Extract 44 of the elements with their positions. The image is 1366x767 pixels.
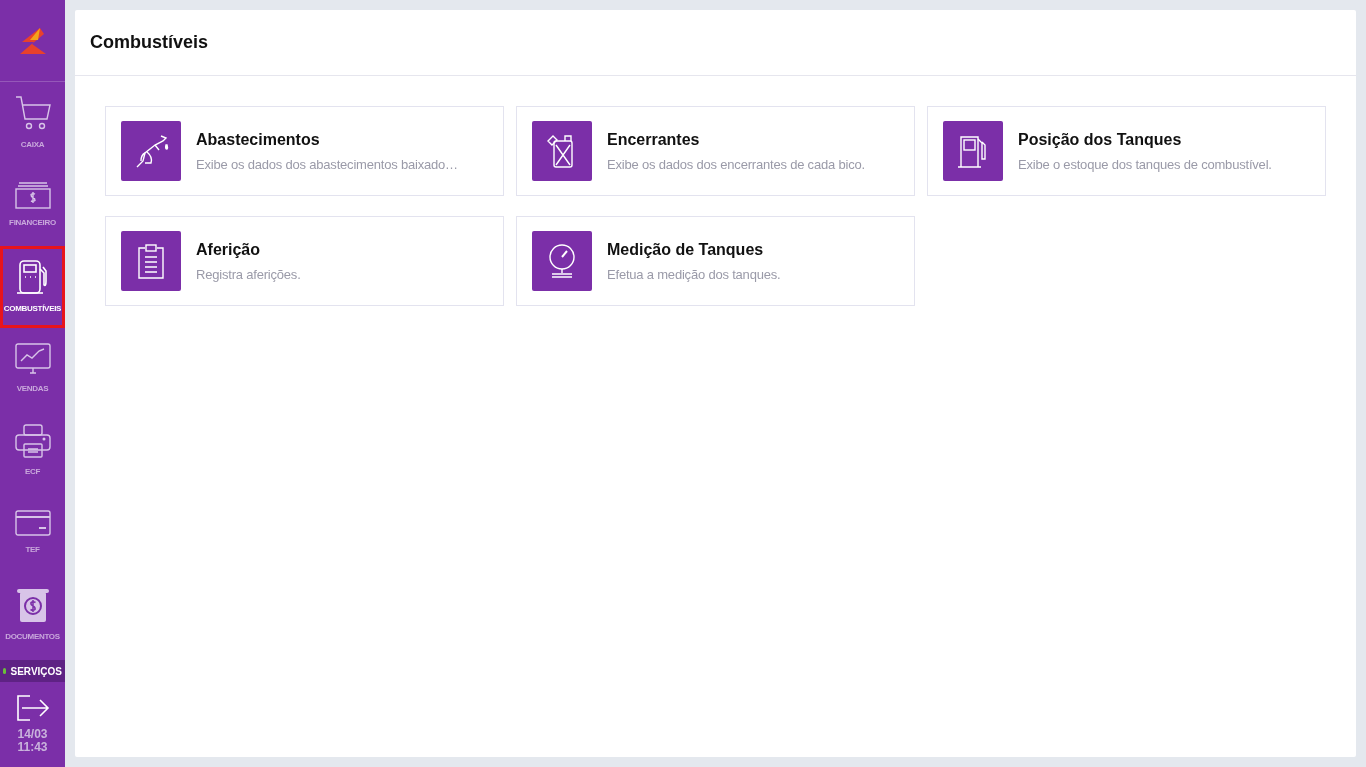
menu-card[interactable]: Medição de Tanques Efetua a medição dos tanques. <box>516 216 915 306</box>
sidebar-label: ECF <box>24 466 41 478</box>
cash-icon <box>14 181 51 209</box>
card-title: Medição de Tanques <box>607 239 765 260</box>
card-title: Aferição <box>196 239 262 260</box>
card-description: Registra aferições. <box>196 265 301 284</box>
card-description: Exibe os dados dos abastecimentos baixado… <box>196 155 458 174</box>
sidebar-item[interactable]: CAIXA <box>0 82 65 164</box>
clipboard-icon <box>136 243 166 279</box>
menu-card[interactable]: Posição dos Tanques Exibe o estoque dos tanques de combustível. <box>927 106 1326 196</box>
menu-card[interactable]: Abastecimentos Exibe os dados dos abastecimentos baixado… <box>105 106 504 196</box>
date-text: 14/03 <box>17 728 48 741</box>
logout-icon[interactable] <box>15 694 50 722</box>
sidebar-item[interactable]: VENDAS <box>0 328 65 410</box>
card-title: Posição dos Tanques <box>1018 129 1183 150</box>
sidebar-item[interactable]: TEF <box>0 492 65 574</box>
monitor-chart-icon <box>14 343 51 375</box>
services-label: SERVIÇOS <box>10 664 62 679</box>
sidebar-label: TEF <box>25 544 40 556</box>
sidebar-item[interactable]: COMBUSTÍVEIS <box>0 246 65 328</box>
menu-card[interactable]: Encerrantes Exibe os dados dos encerrantes de cada bico. <box>516 106 915 196</box>
shopping-cart-icon <box>14 95 51 131</box>
gauge-icon <box>546 243 578 279</box>
fuel-pump-icon <box>15 259 50 295</box>
menu-card[interactable]: Aferição Registra aferições. <box>105 216 504 306</box>
card-description: Exibe o estoque dos tanques de combustível. <box>1018 155 1272 174</box>
sidebar-label: COMBUSTÍVEIS <box>3 303 62 315</box>
page-title: Combustíveis <box>90 31 209 54</box>
credit-card-icon <box>14 510 51 536</box>
sidebar-item[interactable]: ECF <box>0 410 65 492</box>
sidebar-item[interactable]: DOCUMENTOS <box>0 574 65 656</box>
card-title: Encerrantes <box>607 129 701 150</box>
receipt-coin-icon <box>14 587 51 623</box>
card-title: Abastecimentos <box>196 129 321 150</box>
sidebar-label: CAIXA <box>20 139 45 151</box>
sidebar-label: VENDAS <box>16 383 49 395</box>
sidebar-label: DOCUMENTOS <box>5 631 60 643</box>
services-bar[interactable]: SERVIÇOS <box>0 660 65 682</box>
time-text: 11:43 <box>17 741 48 754</box>
sidebar-item[interactable]: FINANCEIRO <box>0 164 65 246</box>
card-description: Exibe os dados dos encerrantes de cada bico. <box>607 155 865 174</box>
card-description: Efetua a medição dos tanques. <box>607 265 781 284</box>
printer-icon <box>14 424 51 458</box>
sidebar-label: FINANCEIRO <box>9 217 56 229</box>
